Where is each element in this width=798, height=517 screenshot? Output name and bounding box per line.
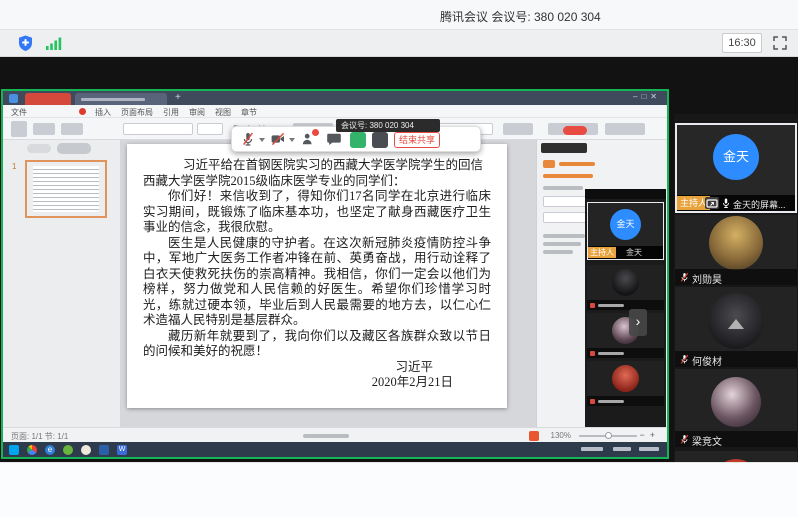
wps-menu-review: 审阅: [189, 107, 205, 118]
letter-paragraph-3: 藏历新年就要到了，我向你们以及藏区各族群众致以节日的问候和美好的祝愿！: [143, 329, 491, 360]
nested-participant-tile: [587, 265, 664, 310]
wps-font-select: [123, 123, 193, 135]
wps-document-tab: [75, 93, 167, 105]
nested-participant-tile: [587, 313, 664, 358]
windows-taskbar: e W: [3, 442, 667, 457]
members-alert-badge: [312, 129, 319, 136]
wps-newtab-icon: +: [175, 92, 181, 103]
participant-tile[interactable]: 何俊材: [675, 287, 797, 367]
wps-menu-insert: 插入: [95, 107, 111, 118]
captured-red-badge: [563, 126, 587, 135]
wps-page-info: 页面: 1/1 节: 1/1: [11, 431, 68, 442]
letter-title: 习近平给在首钢医院实习的西藏大学医学院学生的回信: [143, 158, 491, 174]
shared-screen-video: + –□✕ 文件 插入 页面布局 引用 审阅 视图 章节 B: [1, 89, 669, 459]
wps-menu-layout: 页面布局: [121, 107, 153, 118]
wps-taskbar-icon: W: [117, 445, 127, 455]
wps-thumbnail-pane: 1: [3, 140, 121, 427]
muted-mic-icon: [679, 272, 690, 283]
participant-tile[interactable]: 梁竞文: [675, 369, 797, 447]
participant-name: 何俊材: [692, 353, 722, 367]
task-pane-input: [543, 212, 587, 223]
nested-host-badge: 主持人: [588, 247, 616, 258]
security-shield-icon[interactable]: [18, 35, 33, 52]
wps-menubar: 文件 插入 页面布局 引用 审阅 视图 章节: [3, 105, 667, 118]
muted-mic-icon: [590, 399, 595, 404]
wps-tool-icon: [529, 431, 539, 441]
letter-date: 2020年2月21日: [143, 375, 491, 391]
end-share-button: 结束共享: [394, 132, 440, 148]
participant-avatar: [709, 216, 763, 270]
camera-muted-icon: [270, 131, 286, 147]
window-titlebar: 腾讯会议 会议号: 380 020 304: [0, 0, 798, 30]
muted-mic-icon: [590, 351, 595, 356]
ie-icon: e: [45, 445, 55, 455]
participant-tile[interactable]: 刘勋昊: [675, 215, 797, 285]
wps-statusbar: 页面: 1/1 节: 1/1 130% − +: [3, 427, 667, 442]
wps-menu-ref: 引用: [163, 107, 179, 118]
nested-expand-chevron-icon: ›: [629, 309, 647, 336]
thumb-page-number: 1: [12, 162, 16, 171]
app-icon: [81, 445, 91, 455]
letter-paragraph-2: 医生是人民健康的守护者。在这次新冠肺炎疫情防控斗争中，军地广大医务工作者冲锋在前…: [143, 236, 491, 329]
wps-window-controls: –□✕: [633, 92, 661, 101]
screen-share-chip: [705, 197, 719, 209]
participant-name: 刘勋昊: [692, 271, 722, 285]
wps-vip-icon: [79, 108, 86, 115]
wps-zoom-level: 130%: [551, 431, 571, 440]
nested-host-name: 金天: [626, 247, 642, 258]
host-mic-icon: [721, 198, 731, 209]
host-namebar: 主持人 金天的屏幕...: [677, 195, 795, 211]
windows-start-icon: [9, 445, 19, 455]
network-signal-icon[interactable]: [46, 37, 62, 50]
app-icon: [63, 445, 73, 455]
bottom-toolbar: 解除静音 开启视频 共享屏幕: [0, 462, 798, 517]
annotation-tool-icon: [350, 132, 366, 148]
app-icon: [99, 445, 109, 455]
nested-participant-tile: [587, 361, 664, 406]
letter-salutation: 西藏大学医学院2015级临床医学专业的同学们：: [143, 174, 491, 190]
pause-share-icon: [372, 132, 388, 148]
page-thumbnail: [25, 160, 107, 218]
host-share-label: 金天的屏幕...: [733, 198, 786, 211]
wps-logo-tab: [25, 93, 71, 105]
wps-body: 1 习近平给在首钢医院实习的西藏大学医学院学生的回信 西藏大学医学院2015级临…: [3, 140, 667, 427]
letter-page: 习近平给在首钢医院实习的西藏大学医学院学生的回信 西藏大学医学院2015级临床医…: [127, 144, 507, 408]
letter-signature: 习近平: [143, 360, 491, 376]
muted-mic-icon: [679, 434, 690, 445]
wps-document-area: 习近平给在首钢医院实习的西藏大学医学院学生的回信 西藏大学医学院2015级临床医…: [121, 140, 536, 427]
participant-avatar: [711, 377, 761, 427]
task-pane-input: [543, 196, 587, 207]
meeting-statusbar: 16:30: [0, 30, 798, 57]
meeting-window: 腾讯会议 会议号: 380 020 304 16:30 + –□✕: [0, 0, 798, 517]
captured-meeting-id-strip: 会议号: 380 020 304: [336, 119, 440, 132]
main-stage: + –□✕ 文件 插入 页面布局 引用 审阅 视图 章节 B: [0, 57, 798, 462]
nested-host-tile: 金天 主持人 金天: [587, 202, 664, 260]
wps-tabbar: + –□✕: [3, 91, 667, 105]
wps-fontsize-select: [197, 123, 223, 135]
participant-name: 梁竞文: [692, 433, 722, 447]
nested-host-avatar: 金天: [610, 209, 641, 240]
mic-muted-icon: [240, 131, 256, 147]
participant-tile-host[interactable]: 金天 主持人 金天的屏幕...: [675, 123, 797, 213]
meeting-title: 腾讯会议 会议号: 380 020 304: [440, 8, 601, 25]
nested-meeting-panel: 金天 主持人 金天: [585, 189, 666, 459]
meeting-timer: 16:30: [722, 33, 762, 53]
wps-menu-view: 视图: [215, 107, 231, 118]
chrome-icon: [27, 445, 37, 455]
wps-menu-file: 文件: [11, 107, 27, 118]
letter-paragraph-1: 你们好！来信收到了，得知你们17名同学在北京进行临床实习期间，既锻炼了临床基本功…: [143, 189, 491, 236]
wps-home-icon: [9, 94, 18, 103]
muted-mic-icon: [679, 354, 690, 365]
host-avatar: 金天: [713, 134, 759, 180]
fullscreen-icon[interactable]: [772, 35, 788, 51]
wps-menu-section: 章节: [241, 107, 257, 118]
chat-icon: [326, 131, 342, 147]
muted-mic-icon: [590, 303, 595, 308]
participants-sidebar: 金天 主持人 金天的屏幕...: [674, 114, 798, 517]
participant-avatar: [708, 293, 764, 349]
